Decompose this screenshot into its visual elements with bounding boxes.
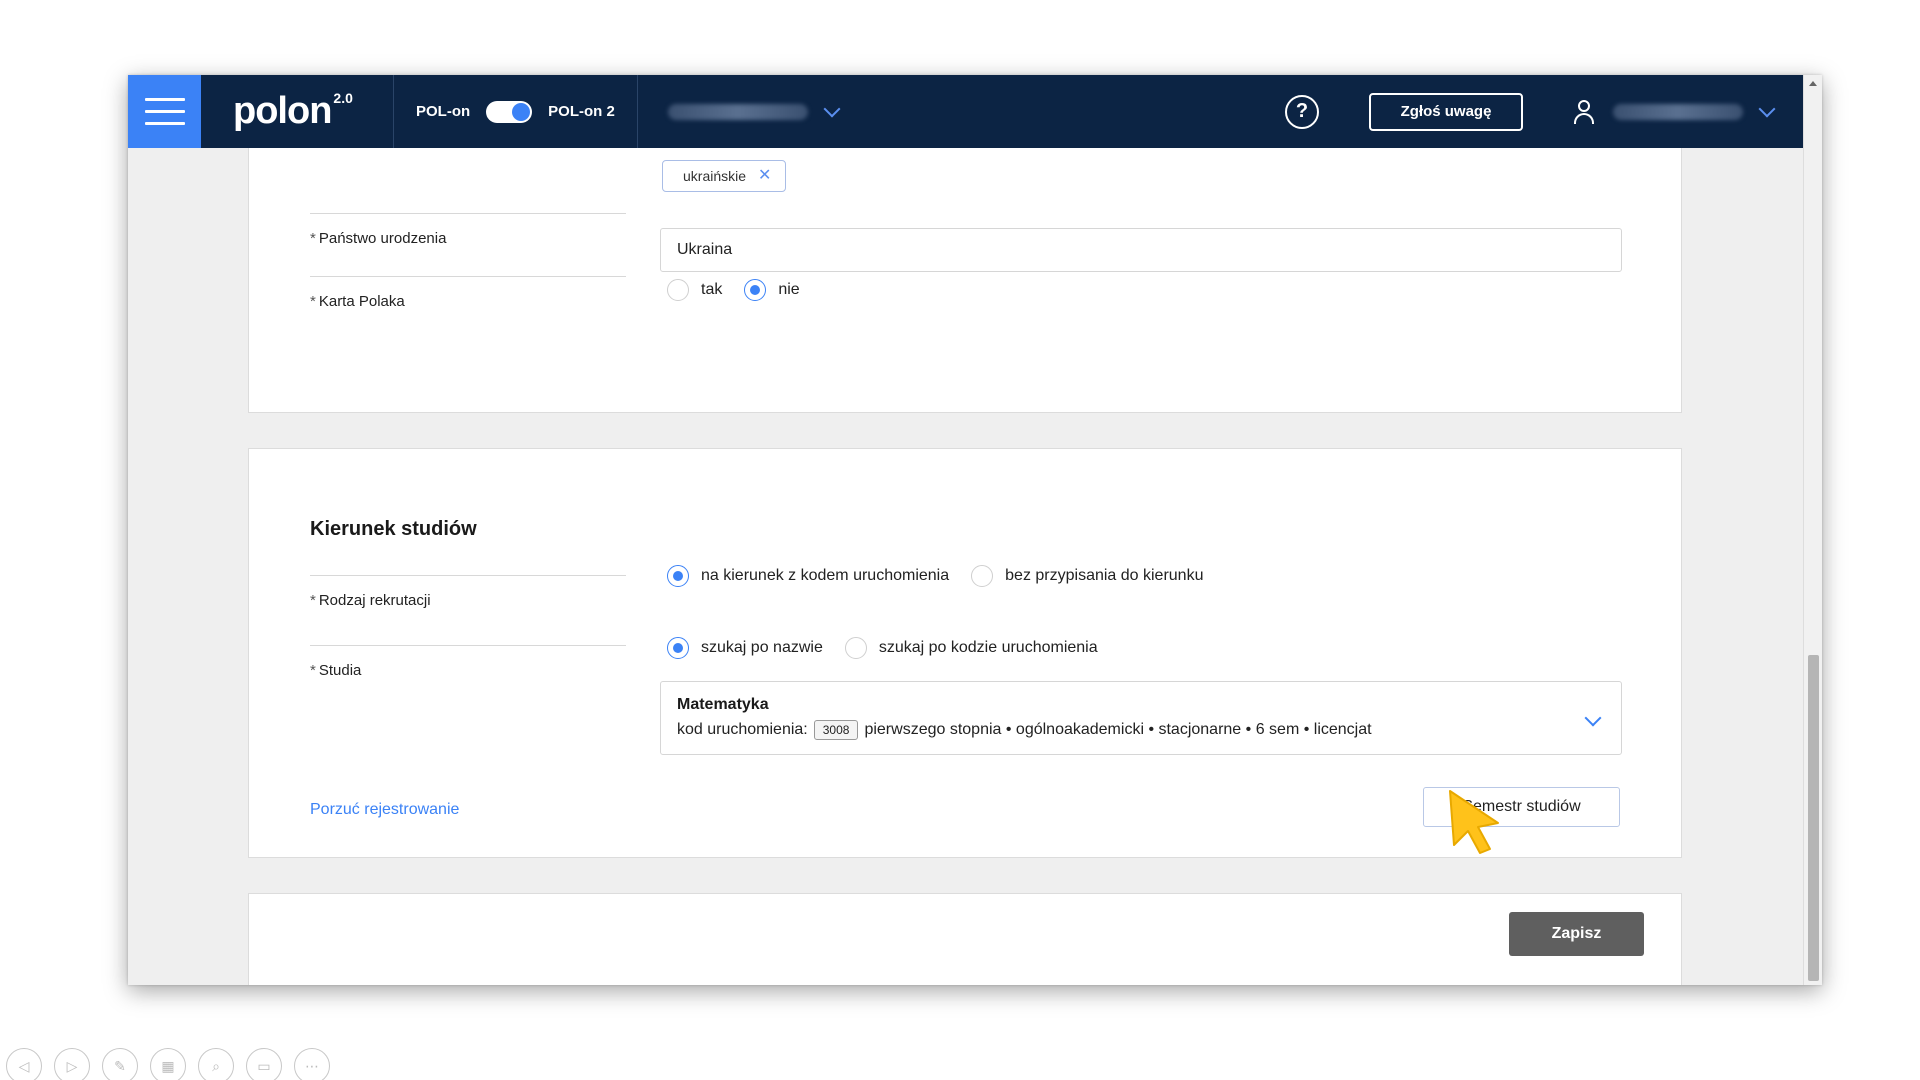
scroll-up-icon[interactable] <box>1809 81 1817 86</box>
next-icon[interactable]: ▷ <box>54 1048 90 1080</box>
section-title: Kierunek studiów <box>310 518 477 540</box>
user-icon <box>1573 99 1595 124</box>
search-mode-radio-group: szukaj po nazwie szukaj po kodzie urucho… <box>667 637 1120 659</box>
program-details-text: pierwszego stopnia • ogólnoakademicki • … <box>864 721 1372 738</box>
report-button[interactable]: Zgłoś uwagę <box>1369 92 1523 131</box>
subtitles-icon[interactable]: ▭ <box>246 1048 282 1080</box>
pen-icon[interactable]: ✎ <box>102 1048 138 1080</box>
birth-country-field[interactable]: Ukraina <box>660 228 1622 272</box>
recruitment-type-radio-group: na kierunek z kodem uruchomienia bez prz… <box>667 565 1225 587</box>
switch-label-left: POL-on <box>416 103 471 120</box>
help-icon[interactable]: ? <box>1285 94 1319 129</box>
abandon-registration-link[interactable]: Porzuć rejestrowanie <box>310 801 459 819</box>
recruitment-type-label: * Rodzaj rekrutacji <box>310 575 626 633</box>
zoom-icon[interactable]: ⌕ <box>198 1048 234 1080</box>
chevron-down-icon <box>1758 100 1776 117</box>
code-label: kod uruchomienia: <box>677 721 808 738</box>
system-switch: POL-on POL-on 2 <box>394 75 638 148</box>
recruitment-option-with-code[interactable]: na kierunek z kodem uruchomienia <box>667 565 949 587</box>
user-name-redacted <box>1613 103 1743 120</box>
studies-label: * Studia <box>310 645 626 703</box>
recruitment-option-unassigned[interactable]: bez przypisania do kierunku <box>971 565 1203 587</box>
institution-selector[interactable] <box>638 75 868 148</box>
search-option-by-code[interactable]: szukaj po kodzie uruchomienia <box>844 637 1098 659</box>
slides-grid-icon[interactable]: ▦ <box>150 1048 186 1080</box>
user-menu[interactable] <box>1573 99 1803 124</box>
karta-polaka-label: * Karta Polaka <box>310 276 626 340</box>
app-window: polon 2.0 POL-on POL-on 2 ? Zgłoś uwagę <box>128 75 1822 985</box>
karta-option-nie[interactable]: nie <box>744 279 800 301</box>
close-icon[interactable]: ✕ <box>758 168 771 184</box>
previous-icon[interactable]: ◁ <box>6 1048 42 1080</box>
karta-polaka-radio-group: tak nie <box>667 279 822 301</box>
institution-name-redacted <box>667 103 808 120</box>
search-option-by-name[interactable]: szukaj po nazwie <box>667 637 823 659</box>
chevron-down-icon <box>823 100 841 117</box>
birth-country-value: Ukraina <box>677 241 733 258</box>
scrollbar-thumb[interactable] <box>1808 655 1819 981</box>
system-toggle[interactable] <box>486 100 533 123</box>
presentation-controls: ◁ ▷ ✎ ▦ ⌕ ▭ ⋯ <box>6 1048 330 1080</box>
more-icon[interactable]: ⋯ <box>294 1048 330 1080</box>
program-name: Matematyka <box>677 696 769 713</box>
birth-country-label: * Państwo urodzenia <box>310 213 626 277</box>
program-details: kod uruchomienia: 3008 pierwszego stopni… <box>677 720 1605 740</box>
logo[interactable]: polon 2.0 <box>201 75 394 148</box>
save-button[interactable]: Zapisz <box>1509 912 1644 956</box>
code-badge: 3008 <box>813 720 859 740</box>
logo-version: 2.0 <box>333 89 353 106</box>
logo-text: polon <box>233 90 332 132</box>
vertical-scrollbar[interactable] <box>1803 75 1822 985</box>
nationality-chip: ukraińskie ✕ <box>662 160 787 192</box>
top-navigation-bar: polon 2.0 POL-on POL-on 2 ? Zgłoś uwagę <box>128 75 1803 148</box>
karta-option-tak[interactable]: tak <box>667 279 722 301</box>
cursor-pointer-icon <box>1449 790 1499 854</box>
program-select[interactable]: Matematyka kod uruchomienia: 3008 pierws… <box>660 681 1622 755</box>
switch-label-right: POL-on 2 <box>548 103 615 120</box>
nationality-chip-label: ukraińskie <box>683 168 747 184</box>
menu-icon[interactable] <box>128 75 201 148</box>
personal-data-card: ukraińskie ✕ * Państwo urodzenia Ukraina … <box>248 148 1682 413</box>
footer-card: Zapisz <box>248 893 1682 985</box>
